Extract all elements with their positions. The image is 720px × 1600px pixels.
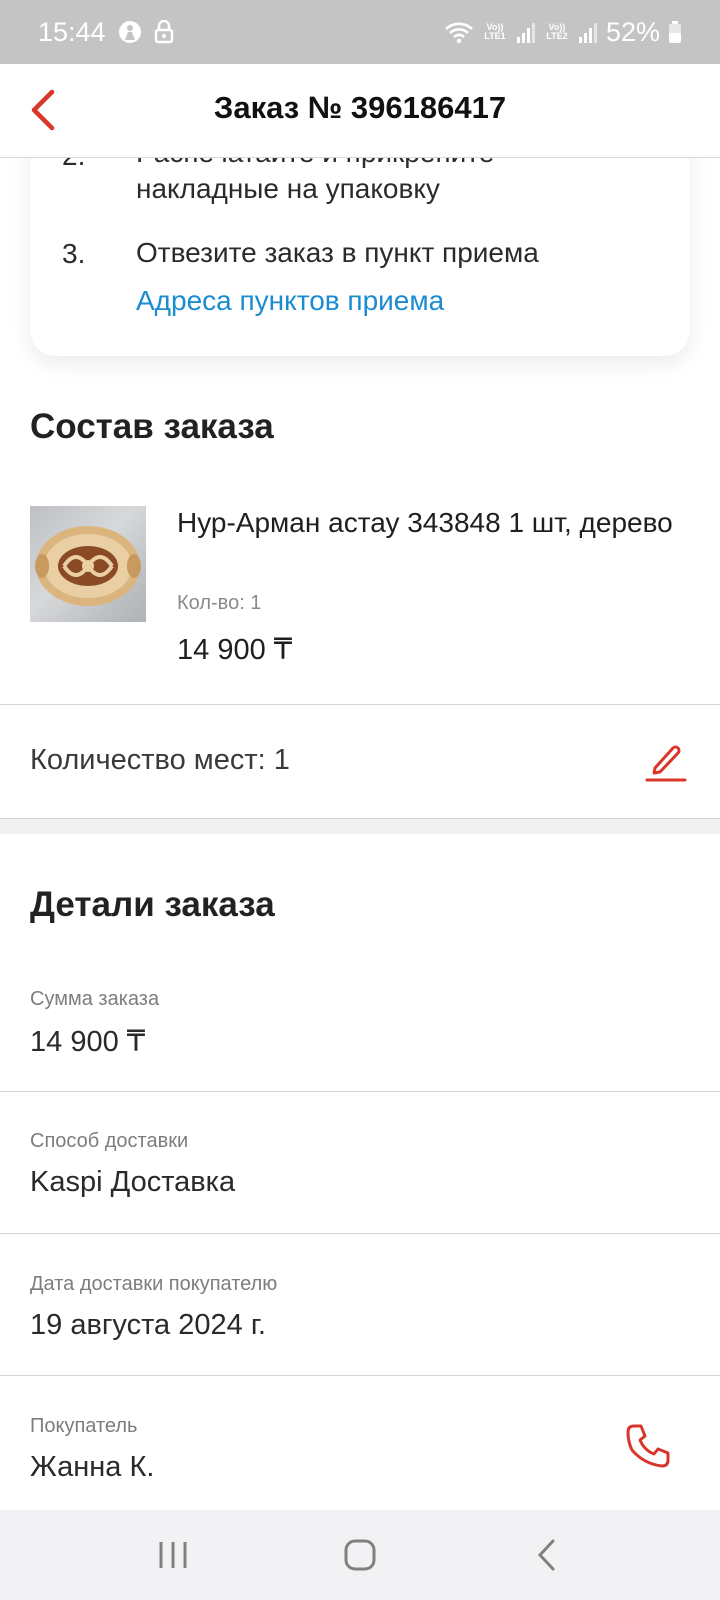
buyer-value: Жанна К.: [30, 1451, 155, 1483]
delivery-method-value: Kaspi Доставка: [30, 1166, 236, 1198]
order-details-title: Детали заказа: [30, 885, 275, 924]
recent-apps-icon[interactable]: [156, 1540, 190, 1570]
step-text: накладные на упаковку: [136, 173, 440, 204]
home-icon[interactable]: [343, 1538, 377, 1572]
product-name[interactable]: Нур-Арман астау 343848 1 шт, дерево: [177, 504, 677, 542]
step-number: 3.: [62, 238, 86, 269]
divider: [0, 1233, 720, 1234]
location-person-icon: [118, 20, 142, 44]
product-price: 14 900 ₸: [177, 634, 293, 666]
product-quantity: Кол-во: 1: [177, 592, 262, 614]
edit-places-button[interactable]: [645, 738, 689, 782]
battery-percent: 52%: [605, 16, 660, 47]
section-separator: [0, 818, 720, 834]
status-time: 15:44: [38, 16, 106, 47]
step-text: Отвезите заказ в пункт приема: [136, 237, 539, 268]
delivery-date-label: Дата доставки покупателю: [30, 1273, 278, 1295]
sim1-label: Vo)) LTE1: [484, 22, 506, 41]
system-back-button[interactable]: [517, 1535, 577, 1575]
divider: [0, 704, 720, 705]
pencil-icon[interactable]: [645, 738, 689, 782]
delivery-method-label: Способ доставки: [30, 1130, 189, 1152]
product-image[interactable]: [30, 506, 146, 622]
sim2-label: Vo)) LTE2: [546, 22, 568, 41]
order-sum-label: Сумма заказа: [30, 988, 160, 1010]
phone-icon[interactable]: [622, 1420, 674, 1472]
wifi-icon: [444, 20, 474, 44]
home-button[interactable]: [330, 1535, 390, 1575]
signal-icon: [578, 21, 598, 43]
battery-icon: [668, 20, 682, 44]
system-nav-bar: [0, 1510, 720, 1600]
back-icon[interactable]: [535, 1538, 559, 1572]
delivery-date-value: 19 августа 2024 г.: [30, 1309, 266, 1341]
places-count: Количество мест: 1: [30, 744, 290, 776]
app-header: Заказ № 396186417: [0, 64, 720, 158]
page-title: Заказ № 396186417: [213, 90, 507, 125]
order-sum-value: 14 900 ₸: [30, 1026, 146, 1058]
order-contents-title: Состав заказа: [30, 407, 274, 446]
signal-icon: [516, 21, 536, 43]
status-bar: 15:44 Vo)) LTE1 Vo)) LTE2 52%: [0, 0, 720, 64]
recent-apps-button[interactable]: [143, 1535, 203, 1575]
divider: [0, 1375, 720, 1376]
lock-icon: [154, 20, 174, 44]
call-buyer-button[interactable]: [622, 1420, 674, 1472]
buyer-label: Покупатель: [30, 1415, 138, 1437]
divider: [0, 1091, 720, 1092]
pickup-addresses-link-text[interactable]: Адреса пунктов приема: [136, 282, 444, 320]
